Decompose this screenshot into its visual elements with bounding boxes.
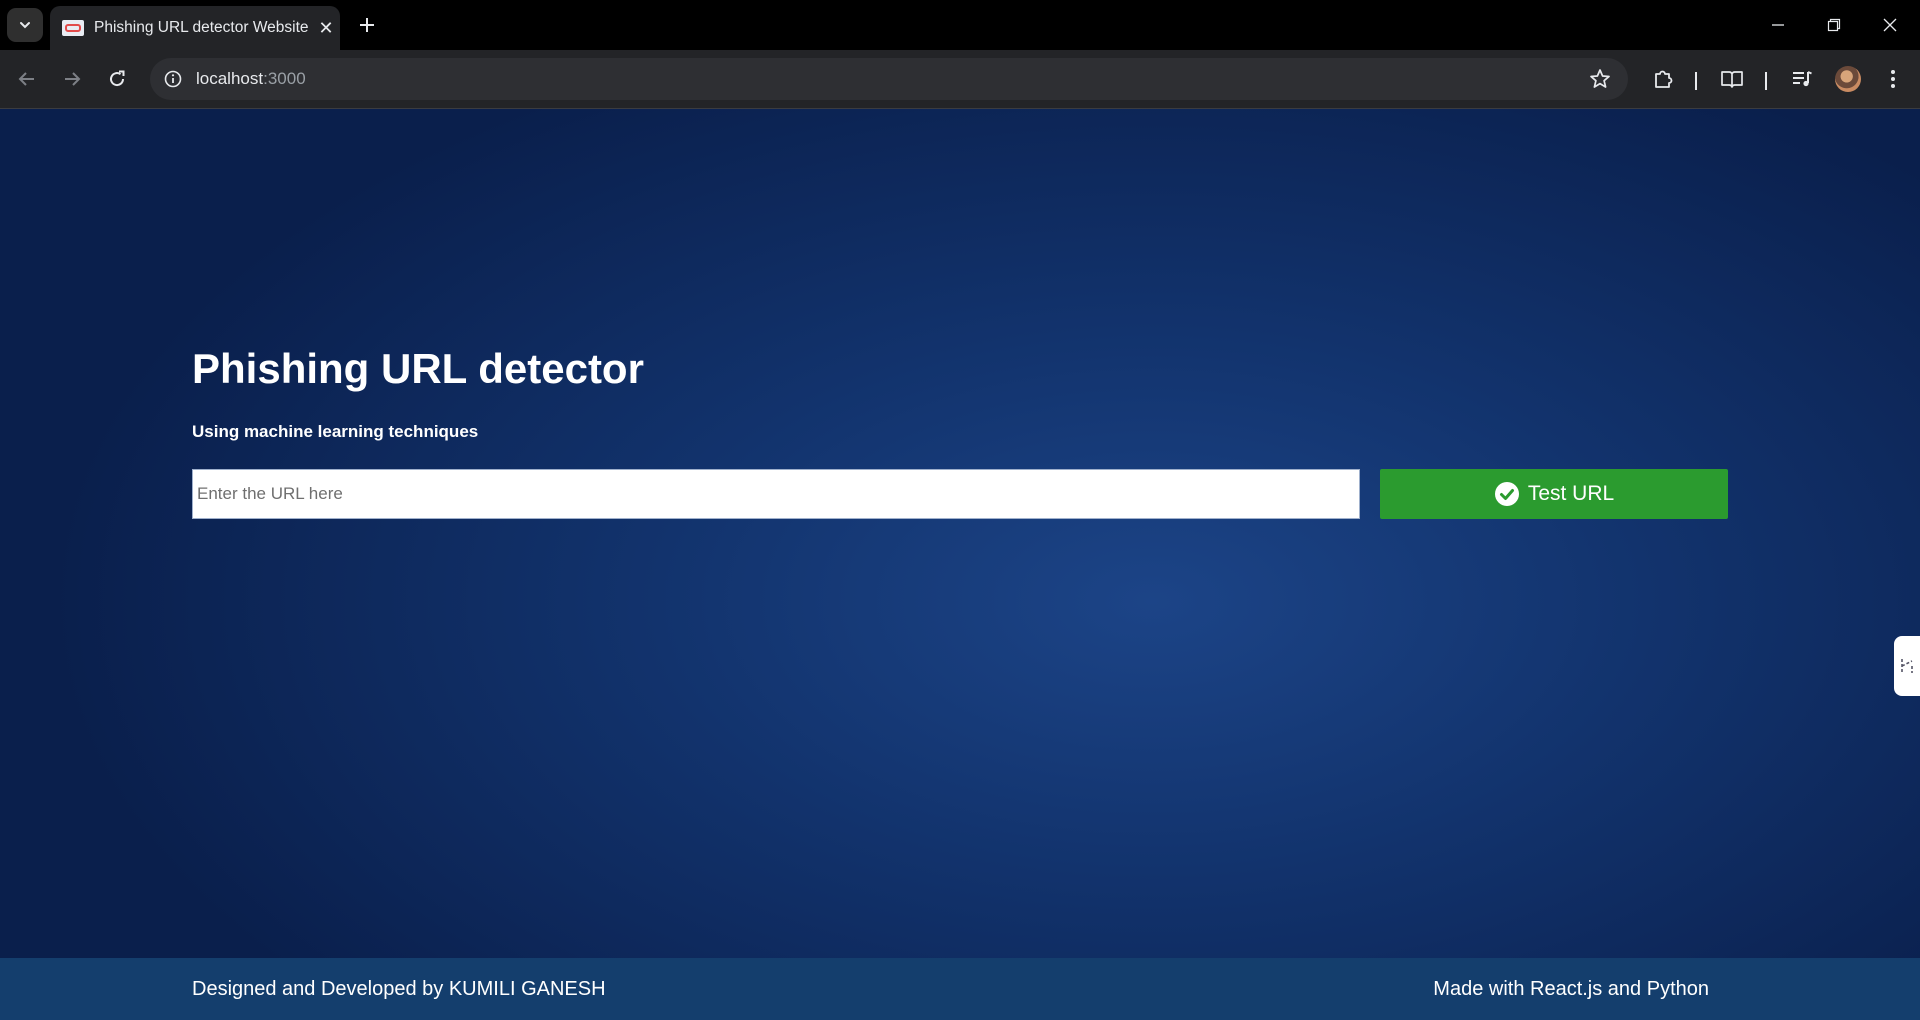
toolbar-separator <box>1695 72 1697 90</box>
side-panel-handle[interactable] <box>1894 636 1920 696</box>
url-port: :3000 <box>263 69 306 88</box>
footer-tech: Made with React.js and Python <box>1433 978 1709 1000</box>
tab-search-button[interactable] <box>7 8 43 42</box>
arrow-left-icon <box>18 72 34 86</box>
reload-button[interactable] <box>100 62 134 96</box>
tab-title: Phishing URL detector Website <box>94 19 309 36</box>
url-host: localhost <box>196 69 264 88</box>
page-footer: Designed and Developed by KUMILI GANESH … <box>0 958 1920 1020</box>
restore-button[interactable] <box>1806 0 1862 50</box>
favicon-icon <box>62 20 84 36</box>
plus-icon <box>360 18 374 32</box>
footer-credit: Designed and Developed by KUMILI GANESH <box>192 978 606 1000</box>
tab-strip: Phishing URL detector Website ✕ <box>0 0 1920 50</box>
profile-avatar[interactable] <box>1835 66 1861 92</box>
minimize-button[interactable] <box>1750 0 1806 50</box>
extensions-button[interactable] <box>1646 62 1680 96</box>
browser-toolbar: localhost:3000 <box>0 50 1920 108</box>
tab-close-icon[interactable]: ✕ <box>312 18 340 39</box>
close-window-button[interactable] <box>1862 0 1918 50</box>
minimize-icon <box>1772 24 1784 26</box>
back-button[interactable] <box>10 62 44 96</box>
book-icon <box>1721 71 1743 88</box>
toolbar-separator <box>1765 72 1767 90</box>
browser-tab[interactable]: Phishing URL detector Website ✕ <box>50 6 340 50</box>
page-title: Phishing URL detector <box>192 345 644 392</box>
url-input[interactable] <box>192 469 1360 519</box>
playlist-icon <box>1793 71 1812 87</box>
star-icon[interactable] <box>1588 67 1612 91</box>
arrow-right-icon <box>65 72 81 86</box>
menu-button[interactable] <box>1876 62 1910 96</box>
more-vertical-icon <box>1891 70 1895 88</box>
media-control-button[interactable] <box>1785 62 1819 96</box>
new-tab-button[interactable] <box>352 10 382 40</box>
chevron-down-icon <box>20 22 30 29</box>
side-panel-icon <box>1901 659 1913 673</box>
test-url-label: Test URL <box>1527 482 1615 505</box>
page-body: Phishing URL detector Using machine lear… <box>0 109 1920 958</box>
reading-mode-button[interactable] <box>1715 62 1749 96</box>
check-circle-icon <box>1494 482 1519 506</box>
test-url-button[interactable]: Test URL <box>1380 469 1728 519</box>
restore-icon <box>1827 18 1841 32</box>
address-bar[interactable]: localhost:3000 <box>150 58 1628 100</box>
forward-button[interactable] <box>55 62 89 96</box>
url-text: localhost:3000 <box>196 69 306 89</box>
close-icon <box>1883 18 1897 32</box>
page-subtitle: Using machine learning techniques <box>192 422 479 441</box>
puzzle-icon <box>1655 70 1673 88</box>
reload-icon <box>110 70 125 87</box>
site-info-icon[interactable] <box>160 66 186 92</box>
